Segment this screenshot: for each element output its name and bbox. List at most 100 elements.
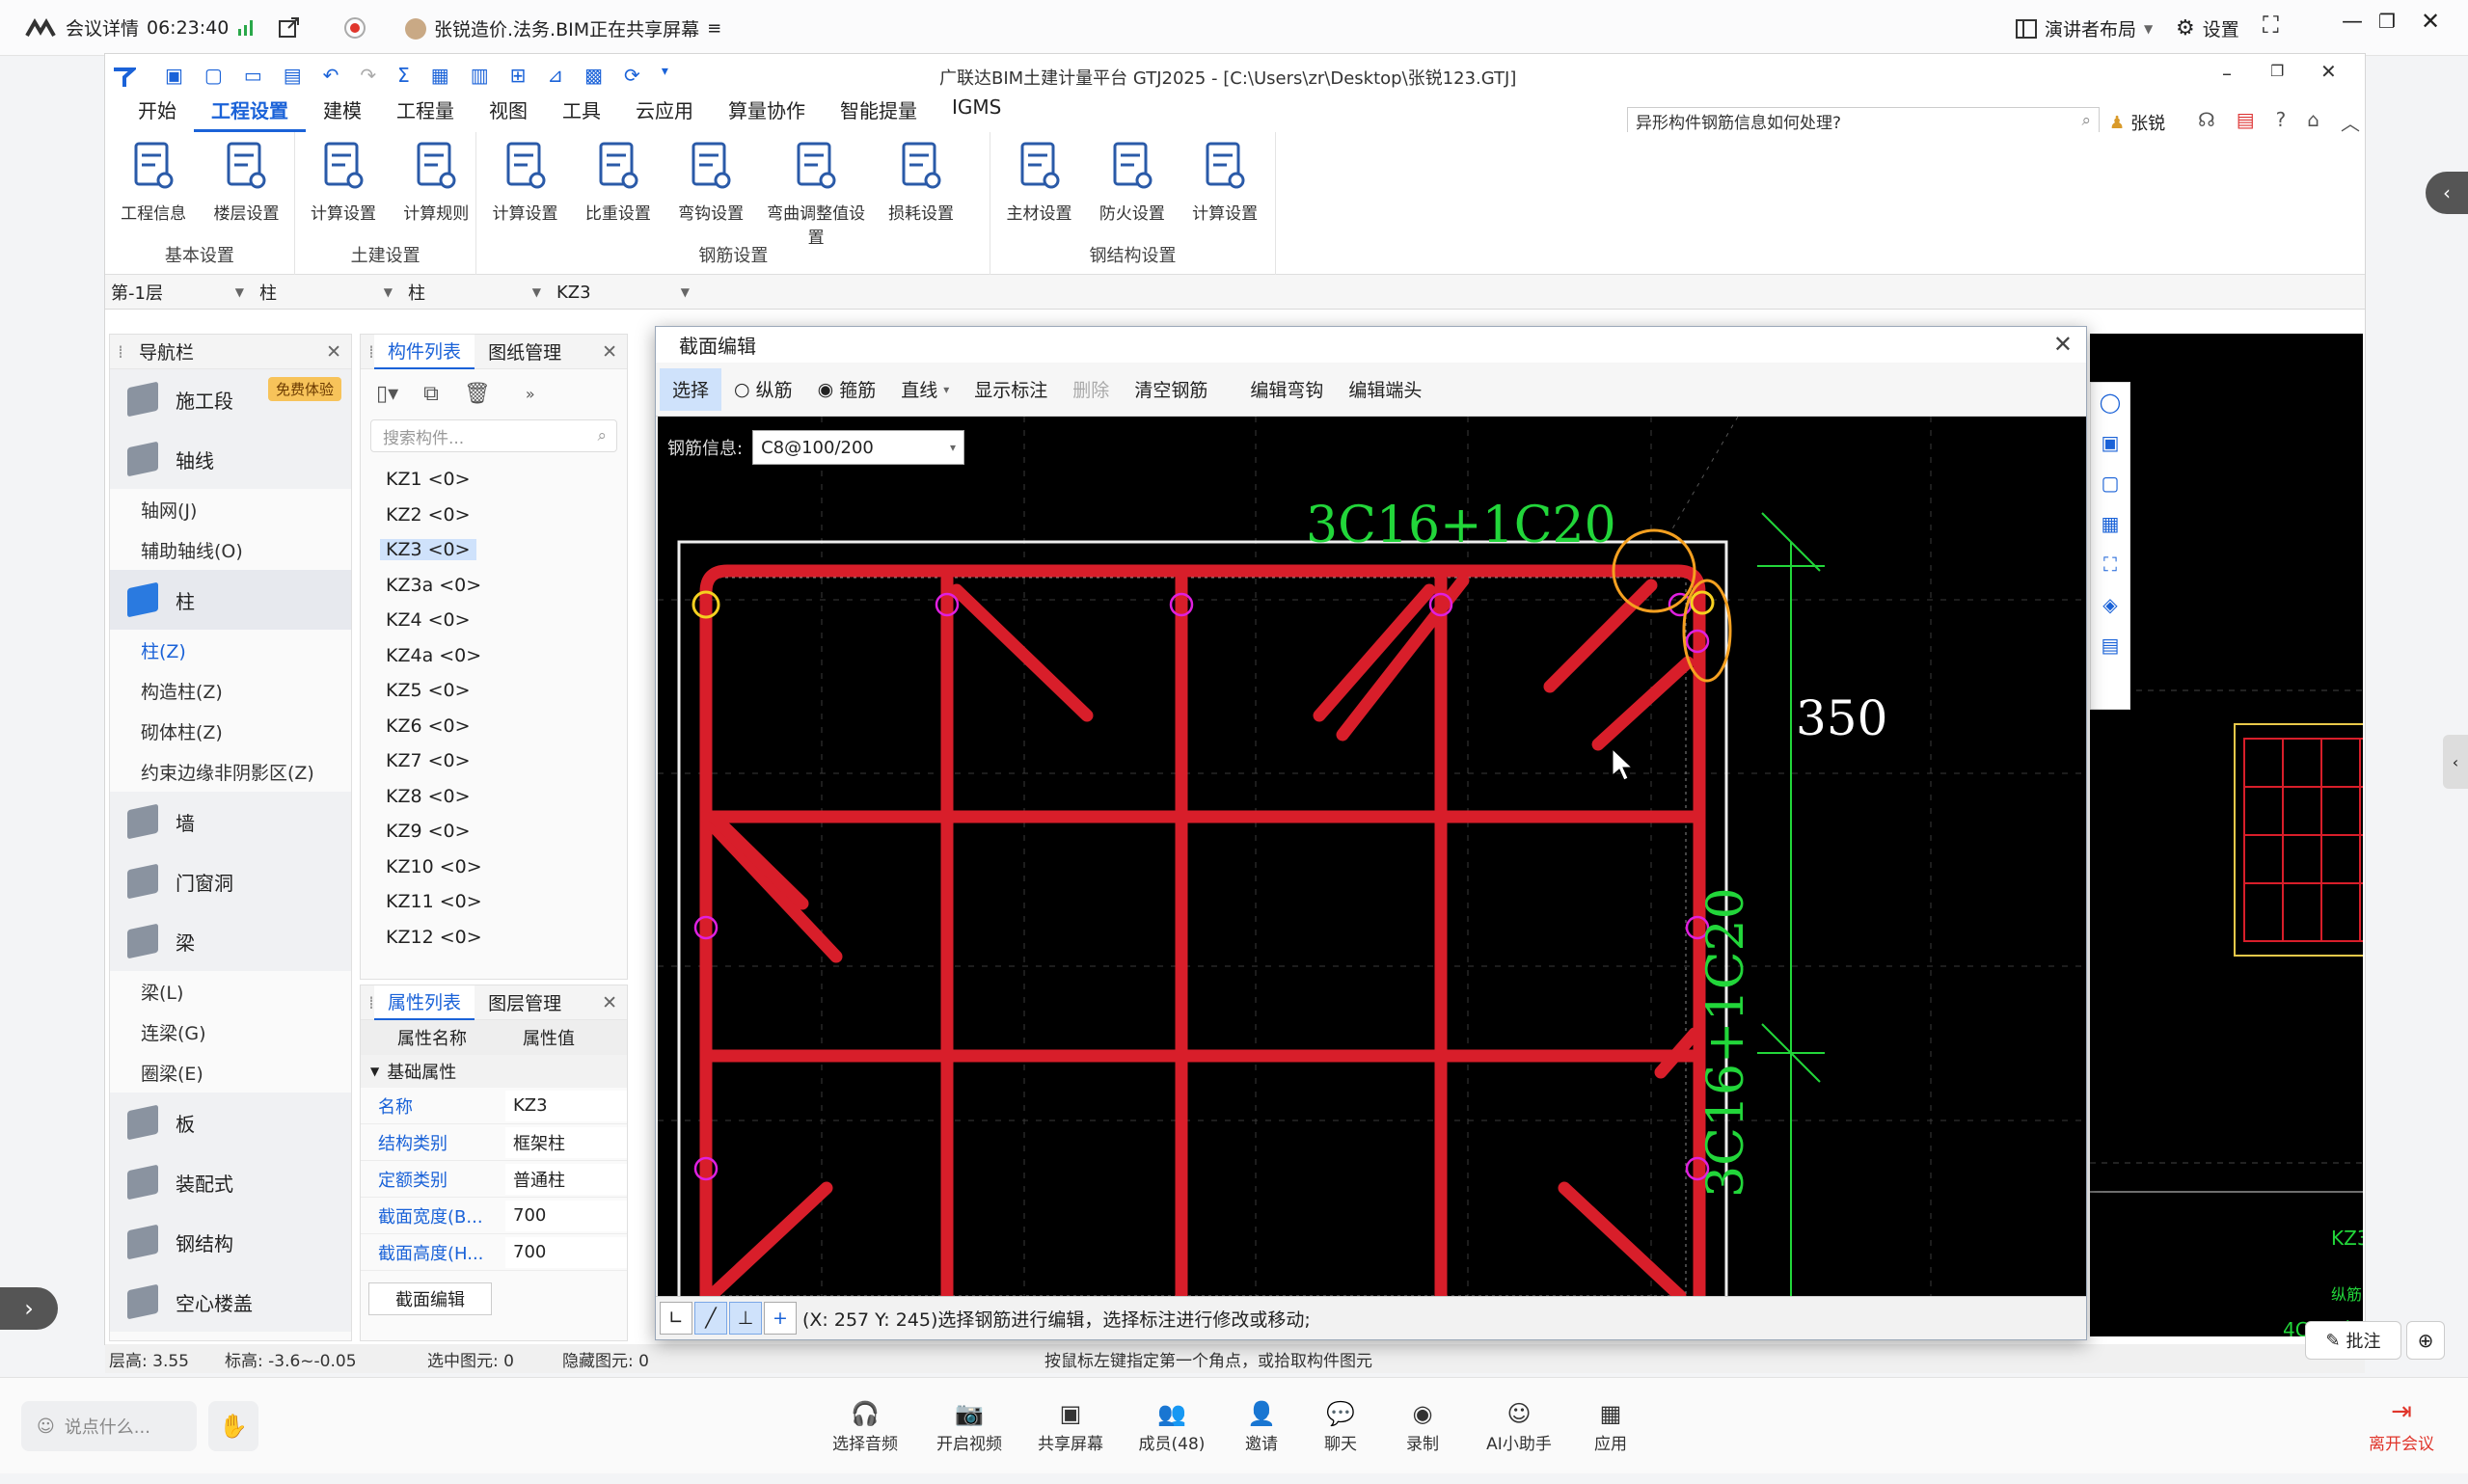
ribbon-button[interactable]: 计算设置 (1180, 140, 1269, 224)
settings-button[interactable]: ⚙ 设置 (2176, 15, 2239, 41)
tab-drawing-management[interactable]: 图纸管理 (475, 335, 575, 369)
nav-item[interactable]: 砌体柱(Z) (110, 711, 351, 751)
quick-new-icon[interactable]: ▣ (165, 64, 183, 87)
nav-item[interactable]: 装配式 (110, 1152, 351, 1212)
show-dims-button[interactable]: 显示标注 (962, 368, 1060, 411)
line-dropdown[interactable]: 直线 ▾ (888, 368, 962, 411)
quick-save-icon[interactable]: ▤ (284, 64, 302, 87)
sync-icon[interactable]: ⟳ (624, 64, 640, 87)
rebar-info-select[interactable]: C8@100/200 ▾ (752, 430, 965, 465)
name-combo[interactable]: KZ3 ▼ (553, 279, 695, 306)
nav-item[interactable]: 辅助轴线(O) (110, 529, 351, 570)
menu-item[interactable]: 工程设置 (194, 95, 306, 132)
nav-item[interactable]: 钢结构 (110, 1212, 351, 1272)
list-item[interactable]: KZ2 <0> (361, 498, 627, 533)
list-item[interactable]: KZ5 <0> (361, 673, 627, 709)
property-value[interactable]: 700 (505, 1200, 627, 1231)
menu-item[interactable]: 工具 (545, 95, 618, 132)
help-search-input[interactable]: 异形构件钢筋信息如何处理? ⌕ (1627, 107, 2100, 134)
add-point-icon[interactable]: + (764, 1302, 797, 1335)
rotate-view-icon[interactable]: ◯ (2100, 391, 2121, 414)
nav-item[interactable]: 轴网(J) (110, 489, 351, 529)
expand-icon[interactable]: » (526, 385, 535, 403)
meeting-control-button[interactable]: 👥 成员(48) (1124, 1397, 1220, 1454)
perpendicular-snap-icon[interactable]: ⊥ (729, 1302, 762, 1335)
section-edit-button[interactable]: 截面编辑 (368, 1282, 492, 1315)
tab-property-list[interactable]: 属性列表 (374, 985, 475, 1020)
side-collapse-tab[interactable]: ‹ (2426, 172, 2468, 214)
longitudinal-radio[interactable]: ○ 纵筋 (721, 368, 805, 411)
nav-item[interactable]: 轴线 (110, 429, 351, 489)
app-close-button[interactable]: ✕ (2320, 60, 2337, 83)
restore-window-button[interactable]: ❐ (2378, 10, 2396, 33)
list-item[interactable]: KZ4 <0> (361, 603, 627, 638)
record-icon[interactable] (343, 16, 366, 40)
nav-item[interactable]: 梁(L) (110, 971, 351, 1012)
nav-item[interactable]: 连梁(G) (110, 1012, 351, 1052)
main-drawing-canvas[interactable]: KZ3a 纵筋 4C20(角)+12C16 ◯ ▣ ▢ ▦ ⛶ ◈ ▤ (2090, 334, 2363, 1336)
select-tool-button[interactable]: 选择 (660, 367, 722, 411)
ribbon-button[interactable]: 计算设置 (299, 140, 388, 224)
tab-layer-management[interactable]: 图层管理 (475, 985, 575, 1020)
property-value[interactable]: 框架柱 (505, 1126, 627, 1158)
close-icon[interactable]: ✕ (602, 341, 617, 363)
clear-rebar-button[interactable]: 清空钢筋 (1122, 368, 1220, 411)
fit-view-icon[interactable]: ⛶ (2103, 553, 2117, 576)
delete-button[interactable]: 删除 (1060, 368, 1122, 411)
property-value[interactable]: 普通柱 (505, 1163, 627, 1195)
nav-item[interactable]: 圈梁(E) (110, 1052, 351, 1093)
tab-component-list[interactable]: 构件列表 (374, 334, 475, 369)
quick-doc-icon[interactable]: ▢ (204, 64, 223, 87)
menu-lines-icon[interactable]: ≡ (707, 18, 721, 39)
ribbon-button[interactable]: 比重设置 (574, 140, 663, 224)
ribbon-button[interactable]: 弯曲调整值设置 (759, 140, 873, 248)
more-icon[interactable]: ▾ (662, 64, 668, 87)
list-view-icon[interactable]: ▤ (2102, 634, 2120, 657)
list-item[interactable]: KZ12 <0> (361, 920, 627, 956)
nav-item[interactable]: 柱(Z) (110, 630, 351, 670)
new-component-icon[interactable]: ▯▾ (376, 382, 398, 406)
meeting-control-button[interactable]: ▣ 共享屏幕 (1022, 1397, 1119, 1454)
side-rebar-label[interactable]: 3C16+1C20 (1697, 887, 1755, 1198)
fullscreen-icon[interactable]: ⛶ (2263, 12, 2279, 39)
list-item[interactable]: KZ3 <0> (361, 532, 627, 568)
leave-meeting-button[interactable]: ⇥ 离开会议 (2353, 1397, 2450, 1454)
3d-view-icon[interactable]: ▣ (2102, 431, 2120, 454)
ribbon-button[interactable]: 主材设置 (994, 140, 1083, 224)
list-item[interactable]: KZ6 <0> (361, 709, 627, 744)
chat-input[interactable]: ☺ 说点什么... (21, 1401, 197, 1451)
meeting-control-button[interactable]: 🎧 选择音频 (817, 1397, 913, 1454)
list-item[interactable]: KZ7 <0> (361, 743, 627, 779)
zoom-button[interactable]: ⊕ (2406, 1321, 2445, 1360)
ribbon-button[interactable]: 工程信息 (109, 140, 198, 224)
app-minimize-button[interactable]: – (2222, 62, 2232, 85)
nav-item[interactable]: 柱 (110, 570, 351, 630)
grid-icon[interactable]: ▥ (471, 64, 489, 87)
floor-combo[interactable]: 第-1层 ▼ (107, 279, 250, 306)
annotate-button[interactable]: ✎ 批注 (2305, 1321, 2401, 1360)
report-icon[interactable]: ▦ (431, 64, 449, 87)
menu-item[interactable]: 建模 (306, 95, 379, 132)
list-item[interactable]: KZ4a <0> (361, 638, 627, 674)
menu-item[interactable]: 开始 (121, 95, 194, 132)
list-item[interactable]: KZ3a <0> (361, 568, 627, 604)
menu-item[interactable]: 云应用 (618, 95, 711, 132)
meeting-control-button[interactable]: 📷 开启视频 (921, 1397, 1017, 1454)
left-expand-tab[interactable]: › (0, 1287, 58, 1330)
section-canvas[interactable]: 3C16+1C20 350 3C16+1C20 钢筋信息: C8@100/200… (658, 417, 2086, 1296)
popout-icon[interactable] (278, 16, 301, 40)
nav-item[interactable]: 约束边缘非阴影区(Z) (110, 751, 351, 792)
meeting-control-button[interactable]: ▦ 应用 (1562, 1397, 1659, 1454)
menu-item[interactable]: 视图 (472, 95, 545, 132)
nav-item[interactable]: 梁 (110, 911, 351, 971)
list-item[interactable]: KZ11 <0> (361, 884, 627, 920)
copy-component-icon[interactable]: ⧉ (423, 382, 439, 406)
ribbon-button[interactable]: 损耗设置 (877, 140, 965, 224)
list-item[interactable]: KZ9 <0> (361, 814, 627, 850)
nav-item[interactable]: 门窗洞 (110, 851, 351, 911)
emoji-icon[interactable]: ☺ (37, 1417, 55, 1437)
drag-handle-icon[interactable]: ⁞ (118, 341, 123, 363)
ribbon-button[interactable]: 计算设置 (480, 140, 569, 224)
ortho-snap-icon[interactable]: ∟ (660, 1302, 692, 1335)
nav-item[interactable]: 空心楼盖 (110, 1272, 351, 1332)
